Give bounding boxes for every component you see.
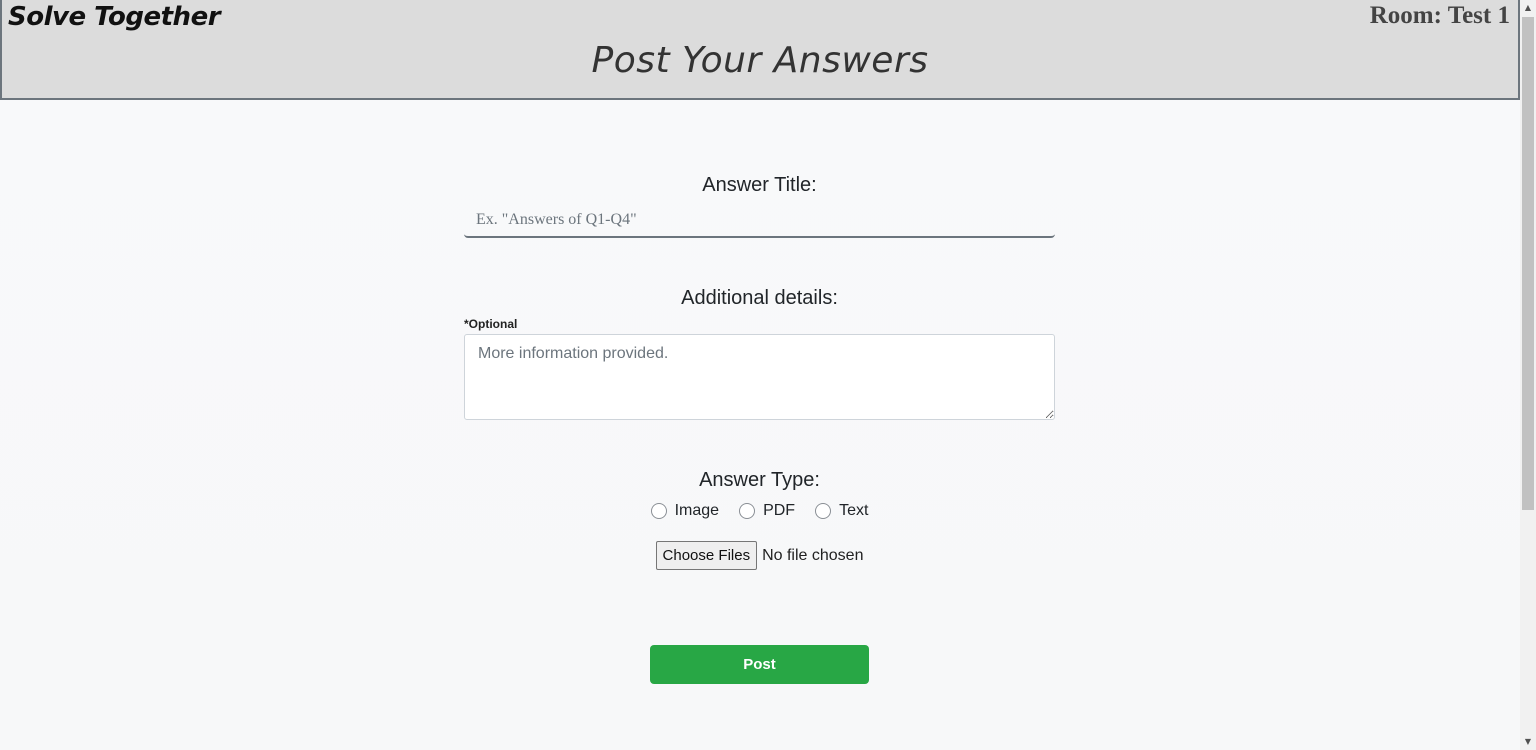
answer-type-radio-group: Image PDF Text bbox=[464, 502, 1055, 520]
radio-label-image: Image bbox=[674, 502, 720, 519]
post-button[interactable]: Post bbox=[650, 645, 869, 684]
scroll-up-arrow-icon[interactable]: ▲ bbox=[1520, 0, 1536, 16]
answer-title-input[interactable] bbox=[464, 204, 1055, 238]
radio-pdf[interactable] bbox=[739, 503, 756, 519]
page-title: Post Your Answers bbox=[591, 40, 929, 81]
radio-option-text[interactable]: Text bbox=[815, 502, 868, 520]
optional-note: *Optional bbox=[464, 317, 518, 331]
brand-logo[interactable]: Solve Together bbox=[8, 2, 221, 32]
radio-option-pdf[interactable]: PDF bbox=[739, 502, 795, 520]
room-name: Room: Test 1 bbox=[1369, 2, 1510, 29]
radio-label-text: Text bbox=[839, 502, 869, 519]
radio-option-image[interactable]: Image bbox=[650, 502, 720, 520]
radio-image[interactable] bbox=[650, 503, 667, 519]
page: Solve Together Room: Test 1 Post Your An… bbox=[0, 0, 1520, 750]
choose-files-button[interactable]: Choose Files bbox=[655, 541, 758, 570]
additional-details-textarea[interactable] bbox=[464, 334, 1055, 420]
file-input-row: Choose Files No file chosen bbox=[464, 541, 1055, 570]
header: Solve Together Room: Test 1 Post Your An… bbox=[0, 0, 1520, 100]
file-status-text: No file chosen bbox=[762, 546, 864, 564]
scrollbar-thumb[interactable] bbox=[1522, 17, 1534, 510]
answer-title-label: Answer Title: bbox=[702, 174, 817, 196]
additional-details-label: Additional details: bbox=[681, 287, 838, 309]
radio-text[interactable] bbox=[815, 503, 832, 519]
vertical-scrollbar[interactable]: ▲ ▼ bbox=[1520, 0, 1536, 750]
scroll-down-arrow-icon[interactable]: ▼ bbox=[1520, 734, 1536, 750]
answer-type-label: Answer Type: bbox=[699, 469, 820, 491]
radio-label-pdf: PDF bbox=[763, 502, 796, 519]
